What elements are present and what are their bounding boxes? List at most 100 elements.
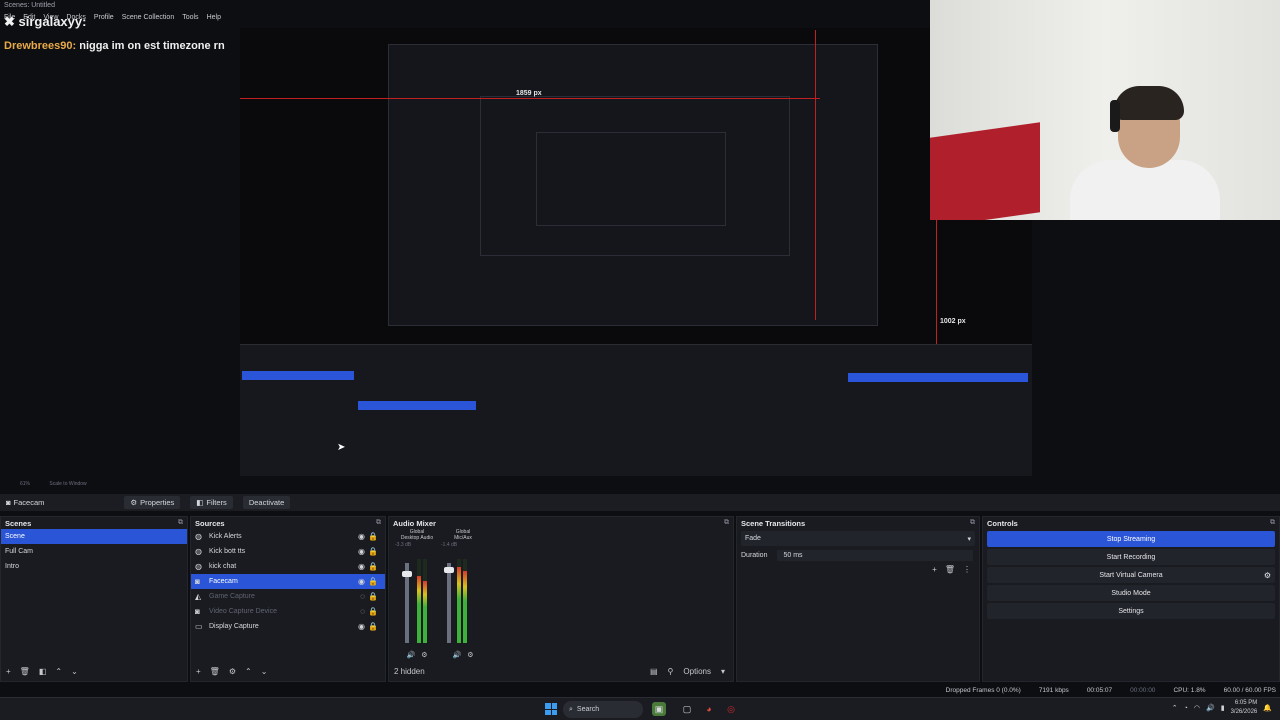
source-item[interactable]: ◍ Kick Alerts ◉ 🔒: [191, 529, 385, 544]
settings-button[interactable]: Settings: [987, 603, 1275, 619]
menu-scene-collection[interactable]: Scene Collection: [122, 12, 175, 24]
lock-icon[interactable]: 🔒: [368, 607, 378, 616]
undock-icon[interactable]: ⧉: [178, 519, 183, 527]
stop-streaming-button[interactable]: Stop Streaming: [987, 531, 1275, 547]
speaker-icon[interactable]: 🔊: [453, 651, 462, 659]
volume-meter: [457, 559, 461, 643]
scene-item[interactable]: Full Cam: [1, 544, 187, 559]
nested-stop-stream: [848, 373, 1028, 382]
trash-icon[interactable]: 🗑: [210, 667, 220, 676]
layout-icon[interactable]: ▤: [650, 667, 658, 676]
clock[interactable]: 6:05 PM 3/26/2026: [1231, 699, 1258, 717]
lock-icon[interactable]: 🔒: [368, 577, 378, 586]
fps-readout: 60.00 / 60.00 FPS: [1223, 686, 1276, 694]
flag-shape: [930, 122, 1040, 220]
chevron-up-icon[interactable]: ⌃: [245, 667, 252, 676]
hidden-count[interactable]: 2 hidden: [394, 667, 425, 676]
channel-name[interactable]: Desktop Audio: [395, 535, 439, 541]
dropped-frames: Dropped Frames 0 (0.0%): [945, 686, 1021, 694]
notification-icon[interactable]: 🔔: [1263, 704, 1272, 712]
scene-item[interactable]: Scene: [1, 529, 187, 544]
bitrate: 7191 kbps: [1038, 686, 1069, 694]
windows-start-icon[interactable]: [545, 703, 557, 715]
scale-select[interactable]: Scale to Window: [49, 481, 86, 487]
lock-icon[interactable]: 🔒: [368, 622, 378, 631]
stream-time: 00:05:07: [1086, 686, 1113, 694]
lock-icon[interactable]: 🔒: [368, 592, 378, 601]
gear-icon[interactable]: ⚙: [229, 667, 236, 676]
channel-name[interactable]: Mic/Aux: [441, 535, 485, 541]
volume-fader[interactable]: [444, 563, 454, 643]
mixer-channel-desktop: Global Desktop Audio -3.3 dB 🔊 ⚙: [395, 529, 439, 659]
source-item[interactable]: ◙ Video Capture Device ◌ 🔒: [191, 604, 385, 619]
battery-icon[interactable]: ▮: [1221, 704, 1225, 712]
chevron-down-icon[interactable]: ⌄: [71, 667, 78, 676]
obs-icon[interactable]: ◎: [724, 702, 738, 716]
more-icon[interactable]: ⋮: [963, 565, 971, 574]
duration-input[interactable]: 50 ms: [777, 550, 974, 561]
menu-profile[interactable]: Profile: [94, 12, 114, 24]
nested-dock-area: [240, 344, 1032, 476]
lock-icon[interactable]: 🔒: [368, 532, 378, 541]
filters-button[interactable]: ◧ Filters: [190, 496, 233, 509]
eye-icon[interactable]: ◉: [358, 577, 365, 586]
channel-db: -1.4 dB: [441, 542, 458, 548]
chevron-up-icon[interactable]: ⌃: [1172, 704, 1178, 712]
widgets-icon[interactable]: ▣: [652, 702, 666, 716]
eye-hidden-icon[interactable]: ◌: [360, 592, 365, 601]
start-recording-button[interactable]: Start Recording: [987, 549, 1275, 565]
source-item[interactable]: ◙ Facecam ◉ 🔒: [191, 574, 385, 589]
add-icon[interactable]: +: [932, 565, 937, 574]
eye-icon[interactable]: ◉: [358, 532, 365, 541]
transition-select[interactable]: Fade ▾: [741, 531, 975, 546]
properties-button[interactable]: ⚙ Properties: [124, 496, 181, 509]
start-virtual-camera-button[interactable]: Start Virtual Camera ⚙: [987, 567, 1275, 583]
volume-fader[interactable]: [402, 563, 412, 643]
lock-icon[interactable]: 🔒: [368, 547, 378, 556]
chevron-up-icon[interactable]: ⌃: [55, 667, 62, 676]
gear-icon[interactable]: ⚙: [467, 651, 473, 659]
options-button[interactable]: Options: [683, 667, 711, 676]
filter-icon[interactable]: ◧: [39, 667, 47, 676]
transition-duration: Duration 50 ms: [741, 548, 975, 563]
menu-help[interactable]: Help: [207, 12, 221, 24]
link-icon[interactable]: ⚲: [668, 667, 674, 676]
volume-icon[interactable]: 🔊: [1206, 704, 1215, 712]
source-item[interactable]: ◭ Game Capture ◌ 🔒: [191, 589, 385, 604]
controls-title: Controls: [987, 519, 1018, 528]
network-icon[interactable]: ◔: [1184, 705, 1188, 712]
chrome-icon[interactable]: ◕: [702, 702, 716, 716]
gear-icon[interactable]: ⚙: [421, 651, 427, 659]
gear-icon[interactable]: ⚙: [1264, 571, 1271, 580]
taskbar-search[interactable]: ⌕ Search: [563, 701, 643, 718]
source-item[interactable]: ▭ Display Capture ◉ 🔒: [191, 619, 385, 634]
chevron-down-icon[interactable]: ▾: [721, 667, 725, 676]
undock-icon[interactable]: ⧉: [376, 519, 381, 527]
undock-icon[interactable]: ⧉: [970, 519, 975, 527]
window-title: Scenes: Untitled: [4, 2, 55, 9]
studio-mode-button[interactable]: Studio Mode: [987, 585, 1275, 601]
eye-icon[interactable]: ◉: [358, 562, 365, 571]
wifi-icon[interactable]: ◠: [1194, 704, 1200, 712]
menu-tools[interactable]: Tools: [182, 12, 198, 24]
speaker-icon[interactable]: 🔊: [407, 651, 416, 659]
deactivate-button[interactable]: Deactivate: [242, 496, 291, 509]
lock-icon[interactable]: 🔒: [368, 562, 378, 571]
chevron-down-icon[interactable]: ⌄: [261, 667, 268, 676]
add-icon[interactable]: +: [6, 667, 11, 676]
eye-hidden-icon[interactable]: ◌: [360, 607, 365, 616]
trash-icon[interactable]: 🗑: [945, 565, 955, 574]
task-view-icon[interactable]: ▢: [680, 702, 694, 716]
eye-icon[interactable]: ◉: [358, 547, 365, 556]
trash-icon[interactable]: 🗑: [20, 667, 30, 676]
eye-icon[interactable]: ◉: [358, 622, 365, 631]
camera-icon: ◙: [195, 607, 200, 616]
source-item[interactable]: ◍ kick chat ◉ 🔒: [191, 559, 385, 574]
undock-icon[interactable]: ⧉: [724, 519, 729, 527]
source-item[interactable]: ◍ Kick bott tts ◉ 🔒: [191, 544, 385, 559]
preview-canvas[interactable]: 1859 px 1002 px: [240, 28, 1032, 476]
scene-item[interactable]: Intro: [1, 559, 187, 574]
undock-icon[interactable]: ⧉: [1270, 519, 1275, 527]
add-icon[interactable]: +: [196, 667, 201, 676]
nested-source-highlight: [358, 401, 476, 410]
